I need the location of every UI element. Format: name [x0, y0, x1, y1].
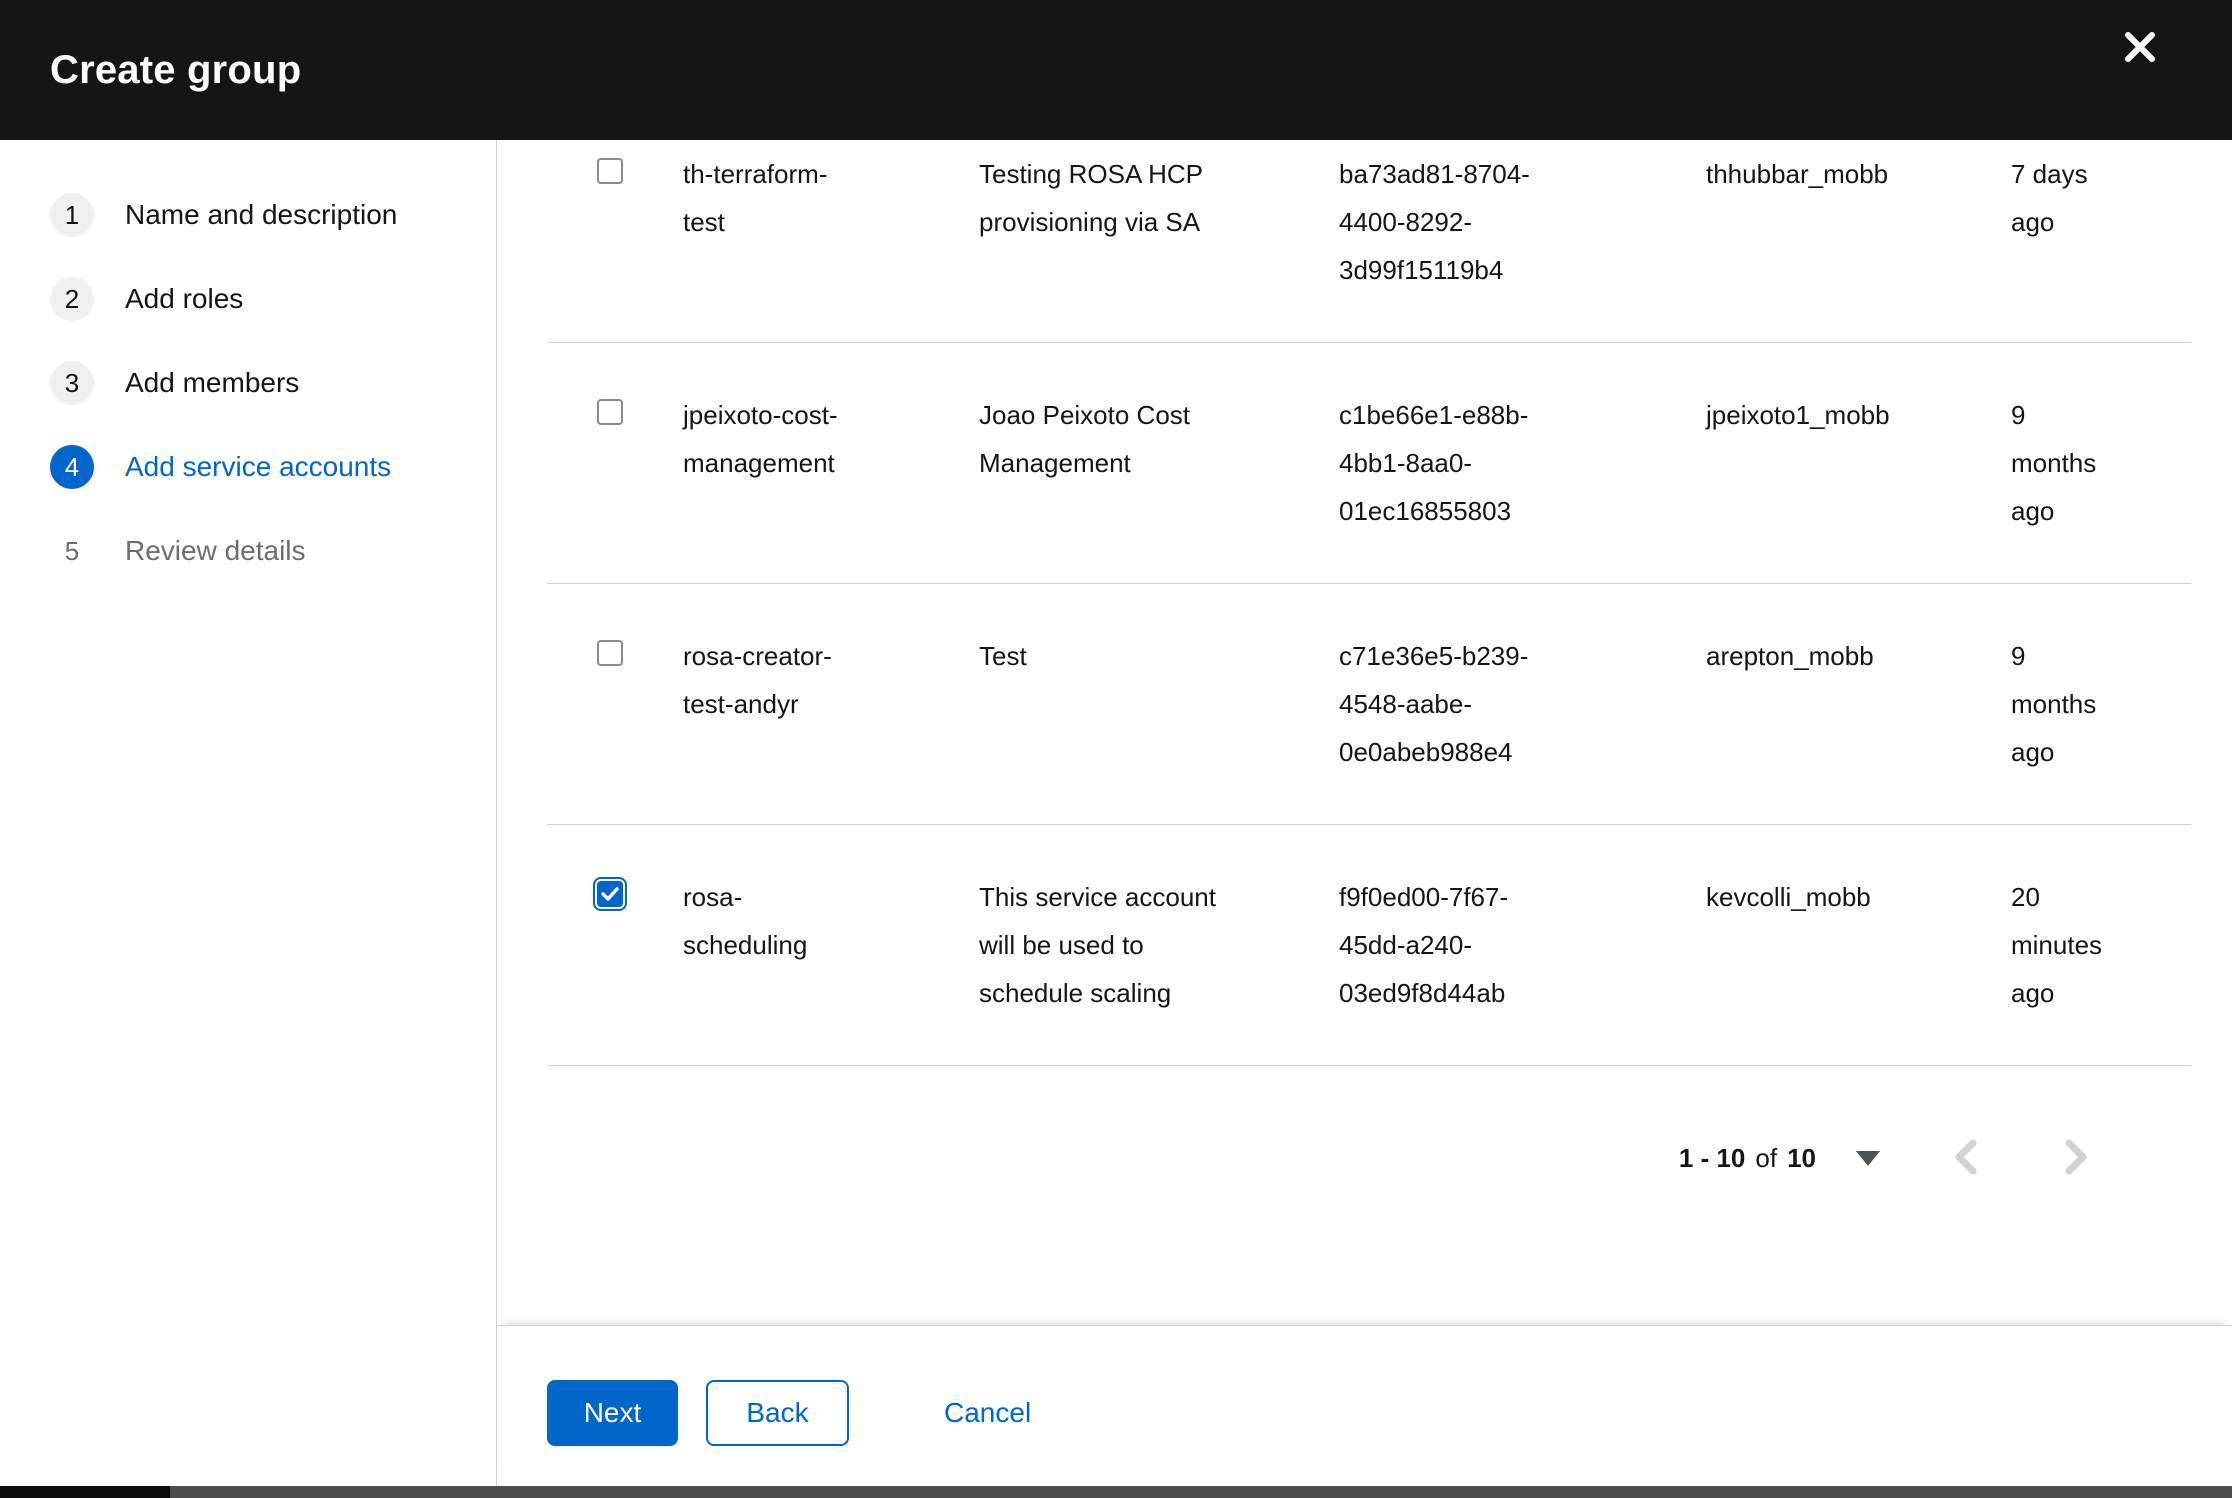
service-account-client-id: f9f0ed00-7f67-45dd-a240-03ed9f8d44ab	[1339, 882, 1509, 1008]
pagination-menu-caret-icon[interactable]	[1856, 1150, 1880, 1166]
table-row: th-terraform-test Testing ROSA HCP provi…	[547, 140, 2191, 343]
wizard-step-3[interactable]: 3 Add members	[50, 361, 496, 405]
service-account-description: Joao Peixoto Cost Management	[979, 400, 1191, 478]
cell-description: Testing ROSA HCP provisioning via SA	[979, 150, 1339, 294]
wizard-step-number: 3	[50, 361, 94, 405]
cell-owner: jpeixoto1_mobb	[1706, 391, 2011, 535]
service-account-name: jpeixoto-cost-management	[683, 400, 838, 478]
cell-client-id: c1be66e1-e88b-4bb1-8aa0-01ec16855803	[1339, 391, 1706, 535]
cell-time-created: 20 minutes ago	[2011, 873, 2191, 1017]
close-button[interactable]	[2112, 20, 2168, 76]
row-select-cell	[547, 632, 683, 776]
cell-name: rosa-creator-test-andyr	[683, 632, 979, 776]
service-account-client-id: c71e36e5-b239-4548-aabe-0e0abeb988e4	[1339, 641, 1529, 767]
wizard-step-label: Review details	[125, 535, 306, 566]
cell-owner: thhubbar_mobb	[1706, 150, 2011, 294]
wizard-step-4[interactable]: 4 Add service accounts	[50, 445, 496, 489]
row-checkbox[interactable]	[597, 640, 623, 666]
cell-name: th-terraform-test	[683, 150, 979, 294]
wizard-steps: 1 Name and description 2 Add roles 3 Add…	[0, 140, 497, 1486]
row-select-cell	[547, 873, 683, 1017]
service-account-client-id: c1be66e1-e88b-4bb1-8aa0-01ec16855803	[1339, 400, 1529, 526]
table-row: rosa-scheduling This service account wil…	[547, 825, 2191, 1066]
pagination-total: 10	[1787, 1142, 1816, 1173]
wizard-step-number: 2	[50, 277, 94, 321]
service-account-description: Test	[979, 641, 1027, 671]
horizontal-scrollbar-thumb[interactable]	[0, 1486, 170, 1498]
wizard-step-label: Add service accounts	[125, 451, 392, 482]
cell-description: This service account will be used to sch…	[979, 873, 1339, 1017]
cell-owner: kevcolli_mobb	[1706, 873, 2011, 1017]
service-account-owner: jpeixoto1_mobb	[1706, 400, 1890, 430]
wizard-step-label: Add members	[125, 367, 300, 398]
cell-time-created: 7 days ago	[2011, 150, 2191, 294]
service-account-name: rosa-scheduling	[683, 882, 808, 960]
cell-time-created: 9 months ago	[2011, 391, 2191, 535]
service-account-time-created: 20 minutes ago	[2011, 882, 2103, 1008]
cell-name: jpeixoto-cost-management	[683, 391, 979, 535]
cell-client-id: ba73ad81-8704-4400-8292-3d99f15119b4	[1339, 150, 1706, 294]
pagination-prev-button[interactable]	[1942, 1134, 1990, 1182]
wizard-step-5[interactable]: 5 Review details	[50, 529, 496, 573]
create-group-modal: Create group 1 Name and description 2 Ad…	[0, 0, 2232, 1498]
service-account-description: Testing ROSA HCP provisioning via SA	[979, 159, 1203, 237]
back-button[interactable]: Back	[706, 1380, 849, 1446]
close-icon	[2123, 30, 2157, 67]
wizard-step-label: Name and description	[125, 199, 398, 230]
row-checkbox[interactable]	[597, 399, 623, 425]
service-account-description: This service account will be used to sch…	[979, 882, 1216, 1008]
wizard-content: th-terraform-test Testing ROSA HCP provi…	[497, 140, 2232, 1486]
service-accounts-table: th-terraform-test Testing ROSA HCP provi…	[547, 140, 2191, 1066]
pagination-next-button[interactable]	[2052, 1134, 2100, 1182]
row-checkbox[interactable]	[593, 877, 627, 911]
wizard-step-2[interactable]: 2 Add roles	[50, 277, 496, 321]
service-account-owner: arepton_mobb	[1706, 641, 1874, 671]
service-account-name: rosa-creator-test-andyr	[683, 641, 832, 719]
modal-header: Create group	[0, 0, 2232, 140]
pagination-of-label: of	[1755, 1142, 1778, 1173]
service-account-owner: thhubbar_mobb	[1706, 159, 1889, 189]
wizard-step-number: 4	[50, 445, 94, 489]
cell-client-id: f9f0ed00-7f67-45dd-a240-03ed9f8d44ab	[1339, 873, 1706, 1017]
wizard-step-number: 1	[50, 193, 94, 237]
horizontal-scrollbar[interactable]	[0, 1486, 2232, 1498]
service-account-client-id: ba73ad81-8704-4400-8292-3d99f15119b4	[1339, 159, 1530, 285]
chevron-left-icon	[1953, 1137, 1979, 1180]
modal-body: 1 Name and description 2 Add roles 3 Add…	[0, 140, 2232, 1486]
next-button[interactable]: Next	[547, 1380, 678, 1446]
wizard-step-1[interactable]: 1 Name and description	[50, 193, 496, 237]
cell-time-created: 9 months ago	[2011, 632, 2191, 776]
table-row: jpeixoto-cost-management Joao Peixoto Co…	[547, 343, 2191, 584]
wizard-step-label: Add roles	[125, 283, 244, 314]
row-checkbox[interactable]	[597, 158, 623, 184]
table-row: rosa-creator-test-andyr Test c71e36e5-b2…	[547, 584, 2191, 825]
cell-client-id: c71e36e5-b239-4548-aabe-0e0abeb988e4	[1339, 632, 1706, 776]
wizard-step-number: 5	[64, 535, 80, 566]
cell-description: Test	[979, 632, 1339, 776]
modal-title: Create group	[50, 47, 302, 92]
wizard-footer: Next Back Cancel	[497, 1325, 2232, 1486]
row-select-cell	[547, 391, 683, 535]
chevron-right-icon	[2063, 1137, 2089, 1180]
cell-name: rosa-scheduling	[683, 873, 979, 1017]
service-account-time-created: 9 months ago	[2011, 641, 2097, 767]
row-select-cell	[547, 150, 683, 294]
service-account-time-created: 7 days ago	[2011, 159, 2088, 237]
cell-owner: arepton_mobb	[1706, 632, 2011, 776]
service-account-name: th-terraform-test	[683, 159, 828, 237]
pagination-range: 1 - 10	[1678, 1142, 1746, 1173]
cancel-button[interactable]: Cancel	[944, 1380, 1031, 1446]
service-account-time-created: 9 months ago	[2011, 400, 2097, 526]
cell-description: Joao Peixoto Cost Management	[979, 391, 1339, 535]
service-account-owner: kevcolli_mobb	[1706, 882, 1871, 912]
pagination: 1 - 10 of 10	[497, 1066, 2232, 1182]
